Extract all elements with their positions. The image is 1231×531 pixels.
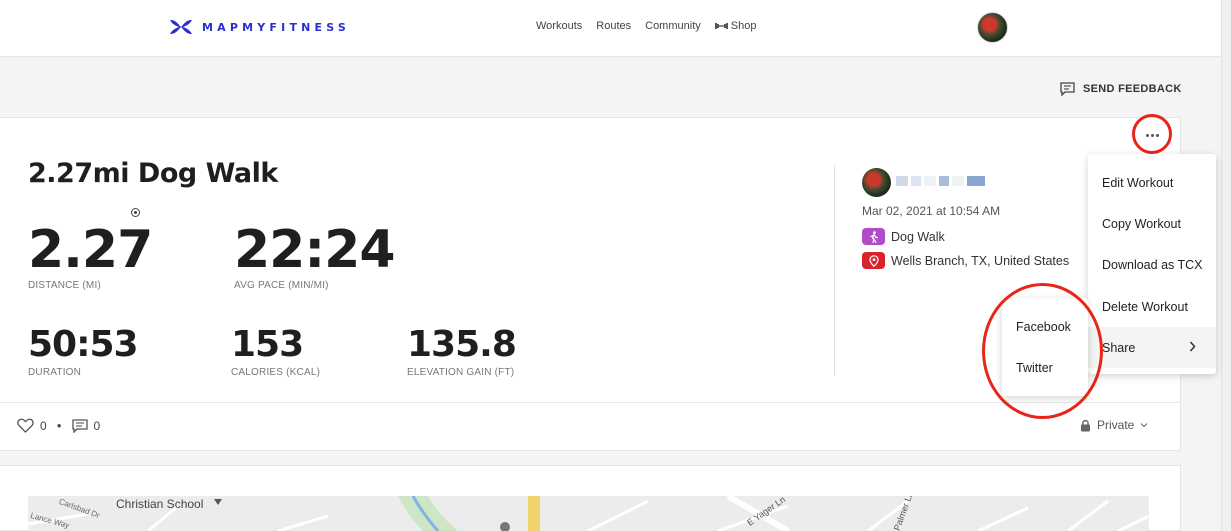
location-label: Wells Branch, TX, United States: [891, 253, 1070, 268]
calories-label: CALORIES (KCAL): [231, 367, 321, 378]
stat-pace: 22:24 AVG PACE (MIN/MI): [234, 220, 396, 291]
nav-shop[interactable]: Shop: [714, 20, 757, 32]
menu-share[interactable]: Share: [1088, 327, 1216, 368]
heart-icon[interactable]: [17, 418, 34, 433]
lock-icon: [1081, 419, 1090, 431]
menu-share-label: Share: [1102, 340, 1136, 355]
author-avatar[interactable]: [862, 168, 891, 197]
calories-value: 153: [231, 324, 304, 365]
user-avatar[interactable]: [977, 12, 1008, 43]
chevron-right-icon: [1189, 341, 1196, 352]
menu-edit-workout[interactable]: Edit Workout: [1088, 162, 1216, 203]
top-navigation-bar: MAPMYFITNESS Workouts Routes Community S…: [0, 0, 1221, 57]
send-feedback-label: SEND FEEDBACK: [1083, 83, 1182, 95]
nav-community[interactable]: Community: [645, 20, 701, 32]
comment-icon[interactable]: [71, 418, 88, 433]
nav-routes[interactable]: Routes: [596, 20, 631, 32]
separator-dot: ●: [56, 421, 62, 430]
pace-label: AVG PACE (MIN/MI): [234, 280, 329, 291]
map-label-school: Christian School: [116, 497, 204, 511]
stat-distance: 2.27 DISTANCE (MI): [28, 220, 153, 291]
comment-count: 0: [93, 418, 101, 433]
send-feedback-button[interactable]: SEND FEEDBACK: [1060, 82, 1182, 96]
vertical-divider: [834, 165, 835, 376]
activity-type: Dog Walk: [862, 228, 945, 245]
feedback-icon: [1060, 82, 1075, 96]
menu-download-tcx[interactable]: Download as TCX: [1088, 244, 1216, 285]
workout-location: Wells Branch, TX, United States: [862, 252, 1069, 269]
walk-icon: [862, 228, 885, 245]
like-count: 0: [40, 418, 47, 433]
pace-value: 22:24: [234, 220, 396, 280]
privacy-label: Private: [1097, 418, 1135, 432]
privacy-dropdown[interactable]: Private: [1080, 418, 1148, 432]
stat-duration: 50:53 DURATION: [28, 324, 139, 379]
route-map[interactable]: Christian School Carlsbad Dr Lance Way E…: [28, 496, 1149, 531]
author-name-redacted: [896, 176, 985, 186]
distance-value: 2.27: [28, 220, 153, 280]
nav-workouts[interactable]: Workouts: [536, 20, 582, 32]
duration-info-icon[interactable]: [131, 208, 140, 217]
stat-calories: 153 CALORIES (KCAL): [231, 324, 321, 379]
workout-title: 2.27mi Dog Walk: [28, 158, 278, 189]
duration-value: 50:53: [28, 324, 139, 365]
engagement-row: 0 ● 0: [17, 418, 100, 433]
elevation-label: ELEVATION GAIN (FT): [407, 367, 515, 378]
menu-delete-workout[interactable]: Delete Workout: [1088, 286, 1216, 327]
brand-name: MAPMYFITNESS: [202, 20, 351, 34]
main-nav: Workouts Routes Community Shop: [536, 20, 756, 32]
nav-shop-label: Shop: [730, 20, 757, 32]
duration-label: DURATION: [28, 367, 82, 378]
menu-copy-workout[interactable]: Copy Workout: [1088, 203, 1216, 244]
highlight-circle-more-options: [1132, 114, 1172, 154]
highlight-circle-share: [982, 283, 1103, 419]
under-armour-logo-icon: [170, 20, 192, 34]
elevation-value: 135.8: [407, 324, 517, 365]
page-scrollbar[interactable]: [1221, 0, 1231, 531]
mapmyfitness-logo[interactable]: MAPMYFITNESS: [168, 18, 350, 36]
dumbbell-icon: [714, 23, 728, 29]
chevron-down-icon: [1140, 423, 1148, 428]
location-pin-icon: [862, 252, 885, 269]
activity-label: Dog Walk: [891, 229, 945, 244]
workout-date: Mar 02, 2021 at 10:54 AM: [862, 204, 1001, 218]
distance-label: DISTANCE (MI): [28, 280, 101, 291]
stat-elevation: 135.8 ELEVATION GAIN (FT): [407, 324, 517, 379]
workout-options-menu: Edit Workout Copy Workout Download as TC…: [1088, 154, 1216, 374]
